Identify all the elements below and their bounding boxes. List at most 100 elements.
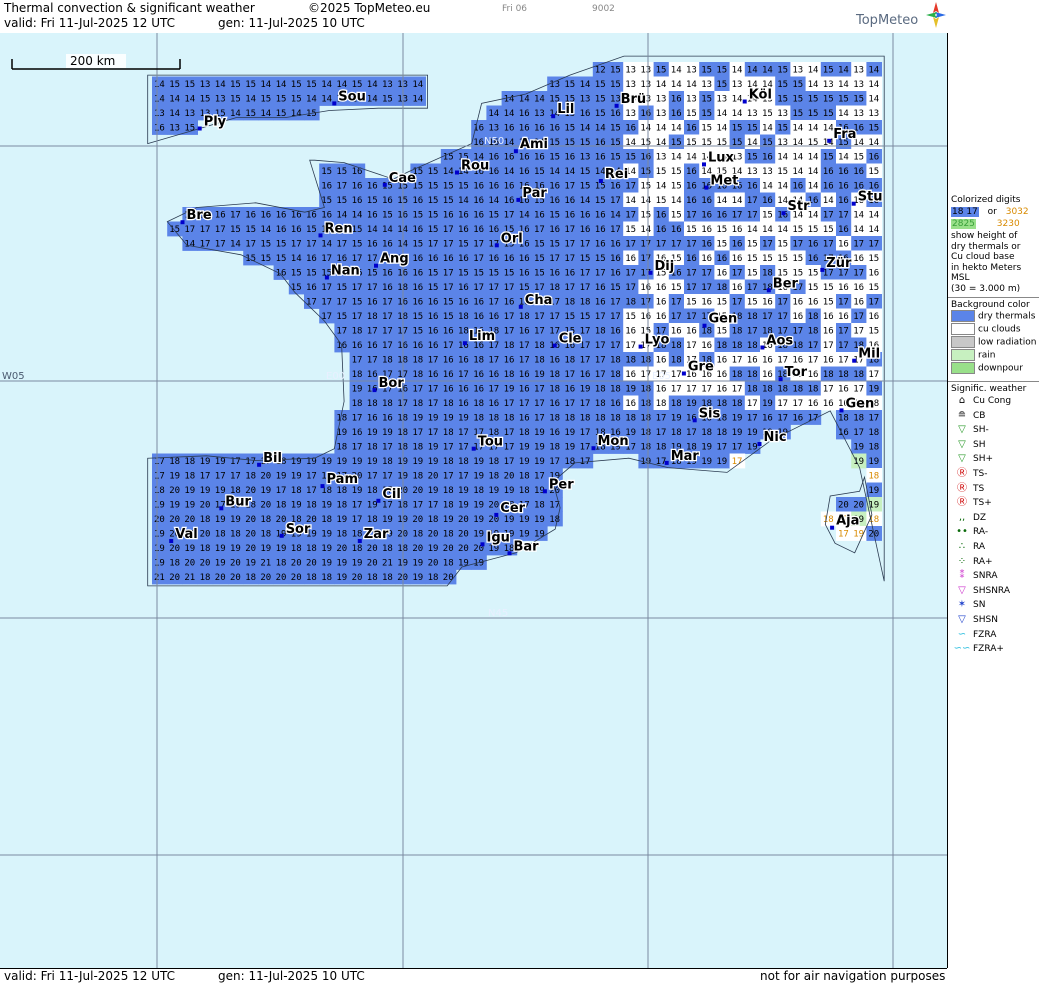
svg-text:16: 16 — [367, 298, 378, 308]
weather-legend-label: Cu Cong — [973, 396, 1012, 406]
city-label: Gre — [688, 360, 714, 375]
svg-text:17: 17 — [732, 385, 743, 395]
svg-text:16: 16 — [306, 211, 317, 221]
svg-text:19: 19 — [473, 457, 484, 467]
svg-text:15: 15 — [808, 109, 819, 119]
svg-text:14: 14 — [732, 109, 743, 119]
svg-text:17: 17 — [792, 399, 803, 409]
svg-text:15: 15 — [610, 153, 621, 163]
svg-text:18: 18 — [792, 341, 803, 351]
svg-text:16: 16 — [868, 312, 879, 322]
svg-text:17: 17 — [352, 283, 363, 293]
city-dot — [219, 506, 224, 511]
svg-text:17: 17 — [686, 428, 697, 438]
svg-text:14: 14 — [686, 80, 697, 90]
city-label: Cha — [525, 293, 553, 308]
svg-text:16: 16 — [154, 124, 165, 134]
svg-text:16: 16 — [504, 182, 515, 192]
city-label: Bre — [187, 208, 212, 223]
weather-map[interactable]: 12 15 13 13 15 14 13 15 15 14 14 14 15 13 14 15 14 13 14 14… — [0, 33, 948, 968]
svg-text:18: 18 — [352, 327, 363, 337]
weather-legend-item: ⌂ Cu Cong — [951, 394, 1026, 409]
city-dot — [702, 162, 706, 167]
city-label: Cle — [559, 332, 582, 347]
svg-text:16: 16 — [808, 254, 819, 264]
svg-text:15: 15 — [671, 167, 682, 177]
svg-text:13: 13 — [792, 66, 803, 76]
svg-text:13: 13 — [382, 80, 393, 90]
svg-text:18: 18 — [382, 399, 393, 409]
city-marker: Sou — [332, 88, 367, 106]
svg-text:19: 19 — [412, 457, 423, 467]
svg-text:17: 17 — [336, 298, 347, 308]
svg-text:18: 18 — [580, 414, 591, 424]
svg-text:16: 16 — [762, 153, 773, 163]
svg-text:20: 20 — [260, 501, 271, 511]
svg-text:18: 18 — [336, 501, 347, 511]
city-label: Mil — [858, 347, 880, 362]
background-legend-label: dry thermals — [978, 311, 1036, 322]
svg-text:14: 14 — [534, 95, 545, 105]
svg-text:18: 18 — [792, 385, 803, 395]
svg-text:15: 15 — [747, 269, 758, 279]
svg-text:14: 14 — [686, 153, 697, 163]
svg-text:14: 14 — [792, 153, 803, 163]
svg-text:13: 13 — [610, 95, 621, 105]
svg-text:18: 18 — [656, 443, 667, 453]
city-dot — [757, 442, 762, 446]
cumulus-icon: ⌂ — [958, 395, 966, 406]
city-dot — [648, 270, 653, 275]
svg-text:17: 17 — [488, 356, 499, 366]
svg-text:18: 18 — [215, 530, 226, 540]
svg-text:18: 18 — [443, 486, 454, 496]
svg-text:15: 15 — [595, 254, 606, 264]
svg-text:19: 19 — [519, 530, 530, 540]
svg-text:18: 18 — [473, 356, 484, 366]
svg-text:18: 18 — [747, 341, 758, 351]
svg-text:15: 15 — [686, 298, 697, 308]
svg-text:14: 14 — [519, 211, 530, 221]
svg-text:18: 18 — [458, 312, 469, 322]
weather-legend-item: ✶ SN — [951, 598, 1026, 613]
svg-text:18: 18 — [352, 530, 363, 540]
svg-text:15: 15 — [321, 196, 332, 206]
svg-text:15: 15 — [777, 66, 788, 76]
svg-text:16: 16 — [838, 167, 849, 177]
svg-text:14: 14 — [260, 225, 271, 235]
svg-text:19: 19 — [732, 428, 743, 438]
grid-label-e00: E00 — [326, 371, 345, 382]
svg-text:18: 18 — [519, 428, 530, 438]
svg-text:20: 20 — [200, 530, 211, 540]
svg-text:17: 17 — [838, 298, 849, 308]
svg-text:18: 18 — [549, 385, 560, 395]
svg-text:16: 16 — [823, 399, 834, 409]
svg-text:17: 17 — [580, 283, 591, 293]
svg-text:16: 16 — [656, 298, 667, 308]
svg-text:16: 16 — [808, 240, 819, 250]
svg-text:17: 17 — [382, 298, 393, 308]
svg-text:16: 16 — [534, 124, 545, 134]
svg-text:16: 16 — [473, 225, 484, 235]
topmeteo-logo[interactable]: TopMeteo — [852, 2, 947, 32]
svg-text:20: 20 — [412, 515, 423, 525]
svg-text:18: 18 — [747, 312, 758, 322]
svg-text:20: 20 — [169, 544, 180, 554]
svg-text:15: 15 — [640, 167, 651, 177]
svg-text:15: 15 — [291, 283, 302, 293]
svg-text:19: 19 — [260, 486, 271, 496]
svg-text:16: 16 — [412, 196, 423, 206]
svg-text:14: 14 — [732, 95, 743, 105]
svg-text:16: 16 — [549, 196, 560, 206]
svg-text:16: 16 — [428, 370, 439, 380]
svg-text:16: 16 — [716, 356, 727, 366]
svg-text:16: 16 — [260, 211, 271, 221]
svg-text:14: 14 — [868, 225, 879, 235]
footer-valid-time: valid: Fri 11-Jul-2025 12 UTC — [4, 969, 176, 983]
svg-text:18: 18 — [321, 515, 332, 525]
svg-text:14: 14 — [640, 196, 651, 206]
svg-text:14: 14 — [321, 240, 332, 250]
svg-text:15: 15 — [656, 167, 667, 177]
svg-text:16: 16 — [428, 327, 439, 337]
svg-text:16: 16 — [458, 385, 469, 395]
weather-legend-label: RA+ — [973, 556, 993, 567]
